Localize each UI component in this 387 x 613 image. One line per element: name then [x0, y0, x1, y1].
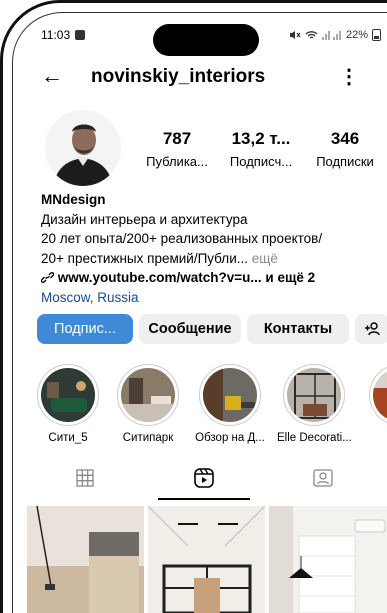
mute-icon	[289, 31, 301, 39]
reel-thumbnail[interactable]	[269, 506, 387, 613]
camera-notch	[153, 24, 259, 56]
link-icon	[40, 272, 55, 283]
app-screen: 11:03 22% ← novinskiy_interiors ⋮ 787 Пу…	[27, 22, 387, 613]
stat-followers[interactable]: 13,2 т... Подписч...	[219, 129, 303, 171]
highlight-ring	[369, 364, 387, 426]
stat-posts-value: 787	[162, 129, 192, 148]
stat-posts-label: Публика...	[146, 154, 208, 169]
stat-following-label: Подписки	[316, 154, 374, 169]
bio-line-3: 20+ престижных премий/Публи... ещё	[41, 249, 381, 269]
contacts-button[interactable]: Контакты	[247, 314, 349, 344]
notification-icon	[75, 30, 86, 40]
stat-following[interactable]: 346 Подписки	[303, 129, 387, 171]
more-vertical-icon[interactable]: ⋮	[339, 64, 359, 89]
highlight-item[interactable]: Ситипарк	[111, 364, 185, 444]
highlight-item[interactable]: Elle Decorati...	[277, 364, 351, 444]
status-time: 11:03	[41, 28, 71, 42]
profile-actions: Подпис... Сообщение Контакты	[37, 314, 387, 344]
profile-header: ← novinskiy_interiors ⋮	[27, 62, 387, 90]
stat-followers-value: 13,2 т...	[231, 129, 291, 148]
arrow-left-icon[interactable]: ←	[41, 65, 63, 87]
profile-name: MNdesign	[41, 192, 106, 207]
profile-location[interactable]: Moscow, Russia	[41, 288, 381, 308]
tab-tagged[interactable]	[277, 458, 369, 498]
profile-avatar[interactable]	[45, 110, 121, 186]
signal-icon	[321, 31, 341, 40]
highlight-thumbnail	[41, 368, 95, 422]
highlight-thumbnail	[121, 368, 175, 422]
tab-posts[interactable]	[39, 458, 131, 498]
wifi-icon	[305, 31, 318, 39]
highlight-item[interactable]: Ба	[363, 364, 387, 444]
reels-icon	[194, 468, 214, 488]
reels-grid	[27, 506, 387, 613]
bio-line-3-text: 20+ престижных премий/Публи...	[41, 250, 248, 266]
stat-followers-label: Подписч...	[229, 154, 293, 169]
reel-thumbnail[interactable]	[27, 506, 144, 613]
highlight-label: Сити_5	[48, 432, 88, 444]
highlight-label: Ба	[363, 432, 387, 444]
bio-line-1: Дизайн интерьера и архитектура	[41, 211, 248, 227]
profile-tabs	[27, 458, 387, 500]
bio-line-2: 20 лет опыта/200+ реализованных проектов…	[41, 231, 323, 246]
story-highlights: Сити_5 Ситипарк Обзор на Д... Elle Decor…	[27, 364, 387, 444]
profile-stats: 787 Публика... 13,2 т... Подписч... 346 …	[135, 129, 387, 171]
highlight-ring	[283, 364, 345, 426]
highlight-ring	[117, 364, 179, 426]
highlight-label: Ситипарк	[122, 432, 174, 444]
add-person-button[interactable]	[355, 314, 387, 344]
tagged-icon	[313, 469, 333, 487]
profile-username: novinskiy_interiors	[91, 66, 266, 87]
battery-icon	[372, 29, 381, 41]
stat-posts[interactable]: 787 Публика...	[135, 129, 219, 171]
highlight-thumbnail	[373, 368, 387, 422]
highlight-thumbnail	[287, 368, 341, 422]
bio-more-link[interactable]: ещё	[252, 251, 278, 266]
add-person-icon	[365, 322, 380, 336]
tab-reels[interactable]	[158, 458, 250, 500]
battery-percent: 22%	[345, 29, 368, 41]
stat-following-value: 346	[330, 129, 360, 148]
grid-icon	[76, 469, 94, 487]
follow-button[interactable]: Подпис...	[37, 314, 133, 344]
highlight-item[interactable]: Обзор на Д...	[193, 364, 267, 444]
reel-thumbnail[interactable]	[148, 506, 265, 613]
highlight-label: Обзор на Д...	[195, 432, 265, 444]
highlight-ring	[199, 364, 261, 426]
highlight-ring	[37, 364, 99, 426]
message-button[interactable]: Сообщение	[139, 314, 241, 344]
profile-bio: MNdesign Дизайн интерьера и архитектура …	[40, 190, 381, 308]
highlight-item[interactable]: Сити_5	[31, 364, 105, 444]
highlight-thumbnail	[203, 368, 257, 422]
bio-link: www.youtube.com/watch?v=u... и ещё 2	[57, 270, 316, 285]
bio-link-row[interactable]: www.youtube.com/watch?v=u... и ещё 2	[40, 268, 381, 288]
highlight-label: Elle Decorati...	[277, 432, 351, 444]
